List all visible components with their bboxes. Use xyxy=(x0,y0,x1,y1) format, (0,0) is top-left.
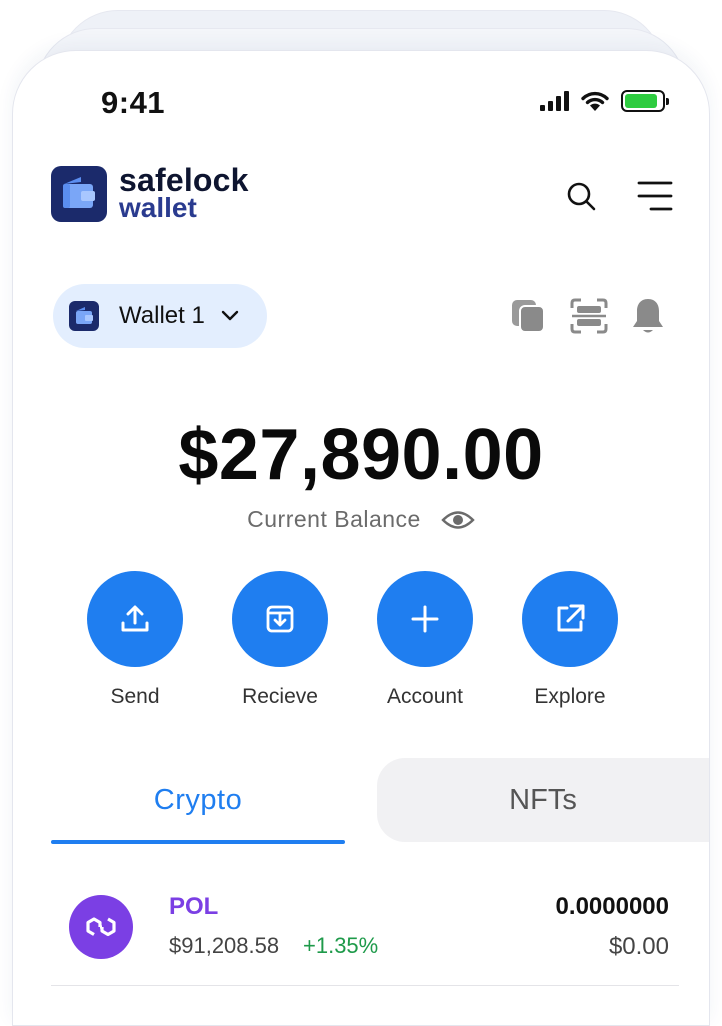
download-icon xyxy=(266,605,294,633)
status-icons xyxy=(540,89,669,113)
brand-logo: safelock wallet xyxy=(51,162,249,223)
balance-label-row: Current Balance xyxy=(13,506,709,533)
status-time: 9:41 xyxy=(101,85,166,120)
balance-amount: $27,890.00 xyxy=(178,415,544,495)
quick-actions: Send Recieve Account Explore xyxy=(87,571,618,709)
copy-icon[interactable] xyxy=(509,297,547,335)
wifi-icon xyxy=(581,91,609,111)
bell-icon[interactable] xyxy=(631,296,665,336)
wallet-selector[interactable]: Wallet 1 xyxy=(53,284,267,348)
token-symbol: POL xyxy=(169,893,219,920)
explore-button[interactable]: Explore xyxy=(522,571,618,709)
search-icon[interactable] xyxy=(565,180,597,212)
token-price: $91,208.58 xyxy=(169,933,280,958)
send-button[interactable]: Send xyxy=(87,571,183,709)
tab-crypto-label: Crypto xyxy=(153,784,243,816)
wallet-name: Wallet 1 xyxy=(119,302,205,329)
tab-nfts-label: NFTs xyxy=(509,784,577,816)
balance-label: Current Balance xyxy=(247,506,421,532)
token-fiat-value: $0.00 xyxy=(608,933,669,960)
eye-icon[interactable] xyxy=(441,509,475,531)
external-link-icon xyxy=(557,604,585,632)
polygon-icon xyxy=(69,895,133,959)
menu-icon[interactable] xyxy=(637,179,673,213)
battery-icon xyxy=(621,90,669,112)
phone-screen: 9:41 safelock wallet Wallet 1 $27,890.00… xyxy=(12,50,710,1026)
token-change: +1.35% xyxy=(303,933,379,958)
cellular-signal-icon xyxy=(540,91,569,111)
send-label: Send xyxy=(110,685,160,708)
token-row-pol[interactable]: POL $91,208.58 +1.35% 0.0000000 $0.00 xyxy=(51,881,669,981)
wallet-logo-icon xyxy=(51,166,107,222)
receive-button[interactable]: Recieve xyxy=(232,571,328,709)
wallet-tools xyxy=(509,296,665,336)
scan-icon[interactable] xyxy=(569,297,609,335)
token-amount: 0.0000000 xyxy=(555,893,669,920)
account-button[interactable]: Account xyxy=(377,571,473,709)
chevron-down-icon xyxy=(221,310,239,321)
receive-label: Recieve xyxy=(242,685,318,708)
plus-icon xyxy=(411,605,439,633)
active-tab-indicator xyxy=(51,840,345,844)
brand-name-line2: wallet xyxy=(119,192,197,223)
brand-name-line1: safelock xyxy=(119,162,249,198)
wallet-mini-icon xyxy=(69,301,99,331)
tab-crypto[interactable]: Crypto xyxy=(51,758,345,844)
upload-icon xyxy=(121,605,149,632)
tab-nfts[interactable]: NFTs xyxy=(377,758,709,842)
explore-label: Explore xyxy=(534,685,606,708)
header-actions xyxy=(565,179,673,213)
asset-tabs: Crypto NFTs xyxy=(51,758,709,844)
account-label: Account xyxy=(387,685,463,708)
